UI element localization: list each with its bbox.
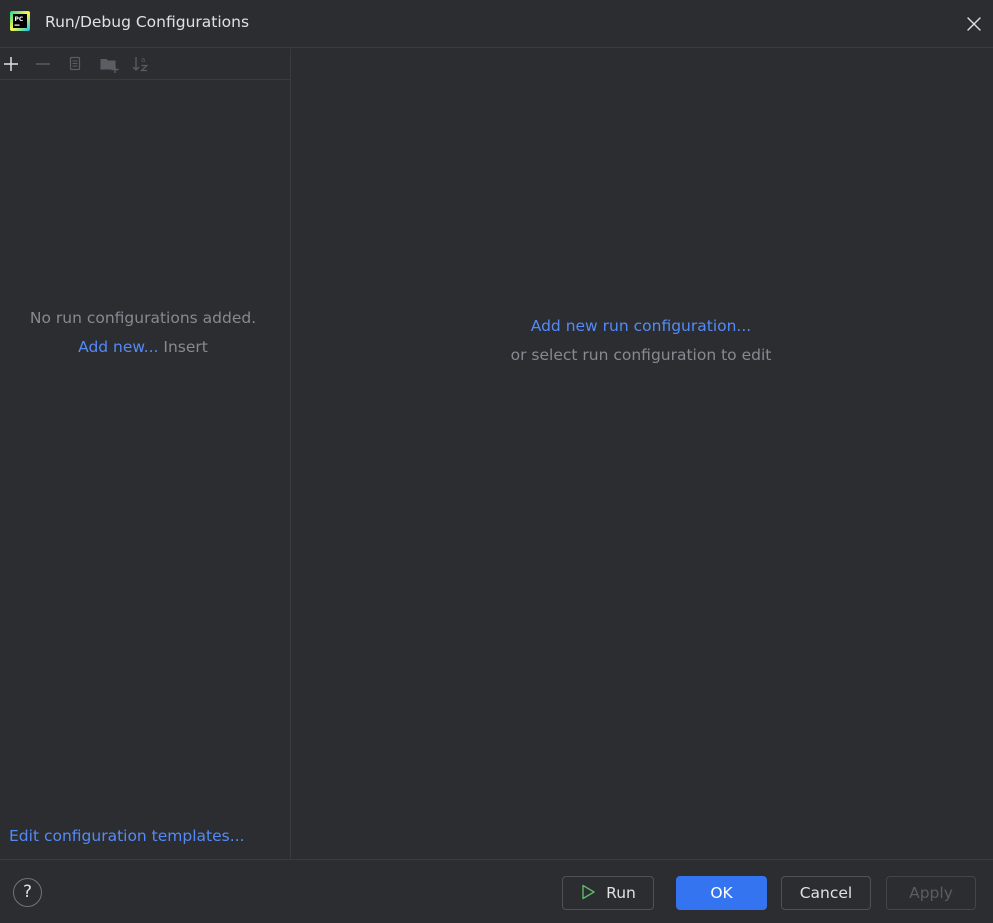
add-new-link[interactable]: Add new... [78,338,158,356]
dialog-footer: ? Run OK Cancel Apply [0,859,993,923]
configurations-toolbar: a [0,49,291,80]
add-run-configuration-row: Add new run configuration... [292,316,990,336]
run-button[interactable]: Run [562,876,654,910]
ok-button[interactable]: OK [676,876,767,910]
play-icon [582,884,595,900]
select-configuration-hint: or select run configuration to edit [510,346,772,364]
pycharm-logo-icon: PC [10,11,30,31]
configuration-details-panel: Add new run configuration... or select r… [292,49,993,859]
sort-alpha-icon[interactable]: a [130,53,152,75]
folder-add-icon[interactable] [98,53,120,75]
apply-button[interactable]: Apply [886,876,976,910]
edit-configuration-templates-link[interactable]: Edit configuration templates... [9,826,245,846]
logo-text: PC [15,16,24,23]
plus-icon[interactable] [0,53,22,75]
add-new-row: Add new... Insert [0,337,286,357]
run-button-label: Run [606,884,636,902]
close-icon[interactable] [962,12,986,36]
title-bar: PC Run/Debug Configurations [0,0,993,48]
minus-icon[interactable] [32,53,54,75]
sort-glyph: a [141,56,145,64]
configurations-list-panel: a No run configurations added. Add new..… [0,49,291,859]
add-new-shortcut: Insert [163,338,208,356]
run-debug-configurations-dialog: PC Run/Debug Configurations a No run con… [0,0,993,923]
empty-configurations-message: No run configurations added. [29,309,257,327]
cancel-button[interactable]: Cancel [781,876,871,910]
dialog-title: Run/Debug Configurations [45,13,250,31]
add-run-configuration-link[interactable]: Add new run configuration... [531,317,751,335]
help-button[interactable]: ? [13,878,42,907]
copy-icon[interactable] [64,53,86,75]
